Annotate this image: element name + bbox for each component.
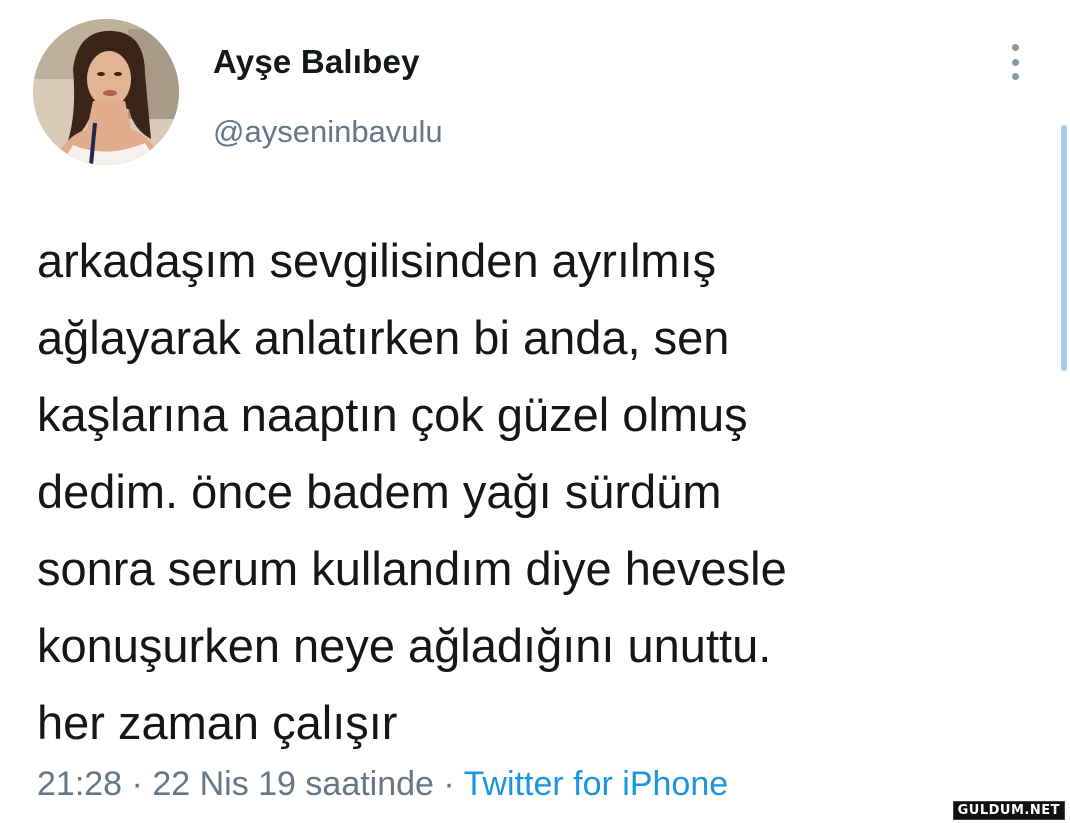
tweet-text-line: ağlayarak anlatırken bi anda, sen [37, 311, 730, 364]
watermark-logo: GULDUM.NET [952, 801, 1065, 820]
avatar[interactable] [33, 19, 179, 165]
more-vertical-icon [1011, 44, 1019, 51]
scrollbar[interactable] [1061, 125, 1067, 371]
more-vertical-icon-dot [1011, 58, 1019, 66]
tweet-text-line: arkadaşım sevgilisinden ayrılmış [37, 234, 717, 287]
tweet-source-link[interactable]: Twitter for iPhone [464, 765, 729, 803]
tweet-date[interactable]: 22 Nis 19 saatinde [152, 765, 434, 803]
tweet-text-line: konuşurken neye ağladığını unuttu. [37, 619, 772, 672]
tweet-text-line: sonra serum kullandım diye hevesle [37, 542, 787, 595]
tweet-text-line: her zaman çalışır [37, 696, 398, 749]
display-name[interactable]: Ayşe Balıbey [213, 43, 420, 81]
tweet-metadata: 21:28 · 22 Nis 19 saatinde · Twitter for… [37, 765, 728, 804]
tweet-time[interactable]: 21:28 [37, 765, 122, 803]
meta-separator: · [443, 765, 455, 803]
tweet-text-line: dedim. önce badem yağı sürdüm [37, 465, 722, 518]
user-handle[interactable]: @ayseninbavulu [213, 114, 443, 150]
tweet-text: arkadaşım sevgilisinden ayrılmış ağlayar… [37, 222, 1047, 761]
more-options-button[interactable] [1000, 40, 1030, 84]
more-vertical-icon-dot [1011, 73, 1019, 80]
tweet-text-line: kaşlarına naaptın çok güzel olmuş [37, 388, 748, 441]
avatar-image [33, 19, 179, 165]
meta-separator: · [131, 765, 143, 803]
